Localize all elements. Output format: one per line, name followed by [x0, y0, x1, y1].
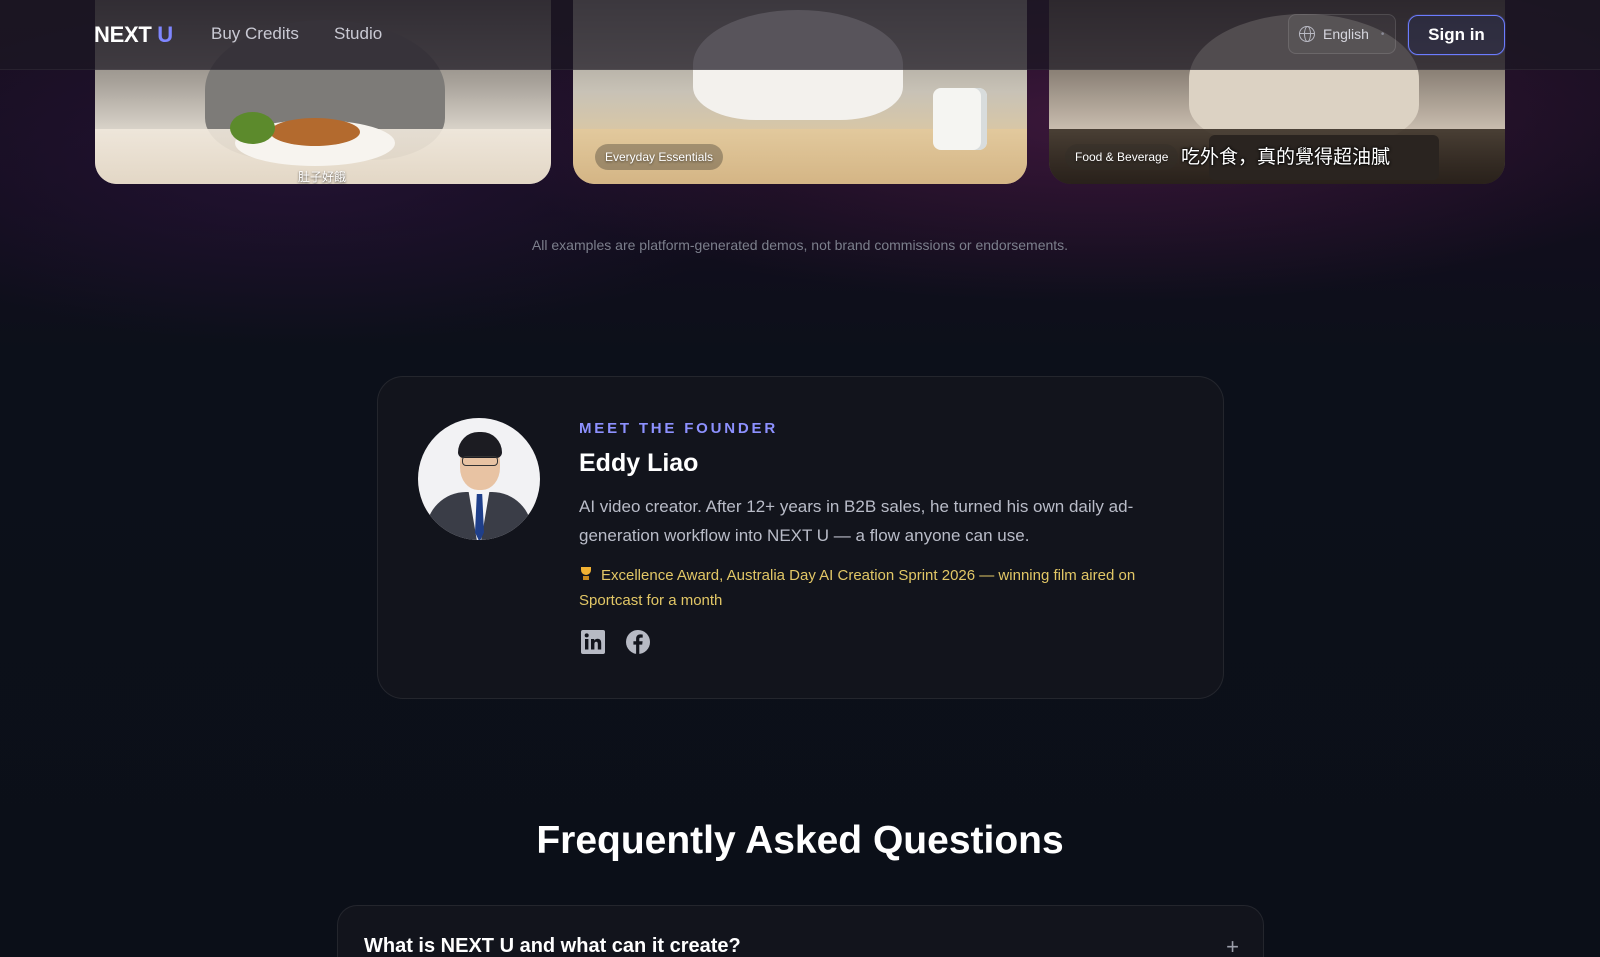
trophy-icon — [579, 567, 593, 581]
language-label: English — [1323, 26, 1369, 42]
globe-icon — [1299, 26, 1315, 42]
faq-item[interactable]: What is NEXT U and what can it create? + — [337, 905, 1264, 957]
language-selector[interactable]: English • — [1288, 14, 1396, 54]
sign-in-button[interactable]: Sign in — [1408, 15, 1505, 55]
nav-link-buy-credits[interactable]: Buy Credits — [211, 24, 299, 44]
facebook-icon[interactable] — [625, 629, 651, 655]
faq-question: What is NEXT U and what can it create? — [364, 935, 741, 957]
logo[interactable]: NEXT U — [94, 22, 173, 48]
category-tag: Food & Beverage — [1065, 144, 1179, 170]
founder-award: Excellence Award, Australia Day AI Creat… — [579, 563, 1179, 613]
chevron-down-icon: • — [1380, 28, 1385, 40]
founder-card: MEET THE FOUNDER Eddy Liao AI video crea… — [377, 376, 1224, 699]
founder-bio: AI video creator. After 12+ years in B2B… — [579, 497, 1134, 545]
demo-disclaimer: All examples are platform-generated demo… — [531, 237, 1069, 253]
founder-award-text: Excellence Award, Australia Day AI Creat… — [579, 567, 1136, 609]
video-subtitle: 吃外食，真的覺得超油膩 — [1181, 146, 1391, 168]
founder-section-label: MEET THE FOUNDER — [579, 420, 778, 437]
linkedin-icon[interactable] — [580, 629, 606, 655]
video-caption: 肚子好餓 — [298, 170, 347, 184]
category-tag: Everyday Essentials — [595, 144, 724, 170]
faq-title: Frequently Asked Questions — [536, 819, 1064, 862]
nav-link-studio[interactable]: Studio — [334, 24, 382, 44]
founder-name: Eddy Liao — [579, 449, 699, 477]
plus-icon[interactable]: + — [1226, 934, 1239, 957]
top-navigation: NEXT U Buy Credits Studio English • Sign… — [0, 0, 1600, 70]
founder-avatar — [418, 418, 540, 540]
